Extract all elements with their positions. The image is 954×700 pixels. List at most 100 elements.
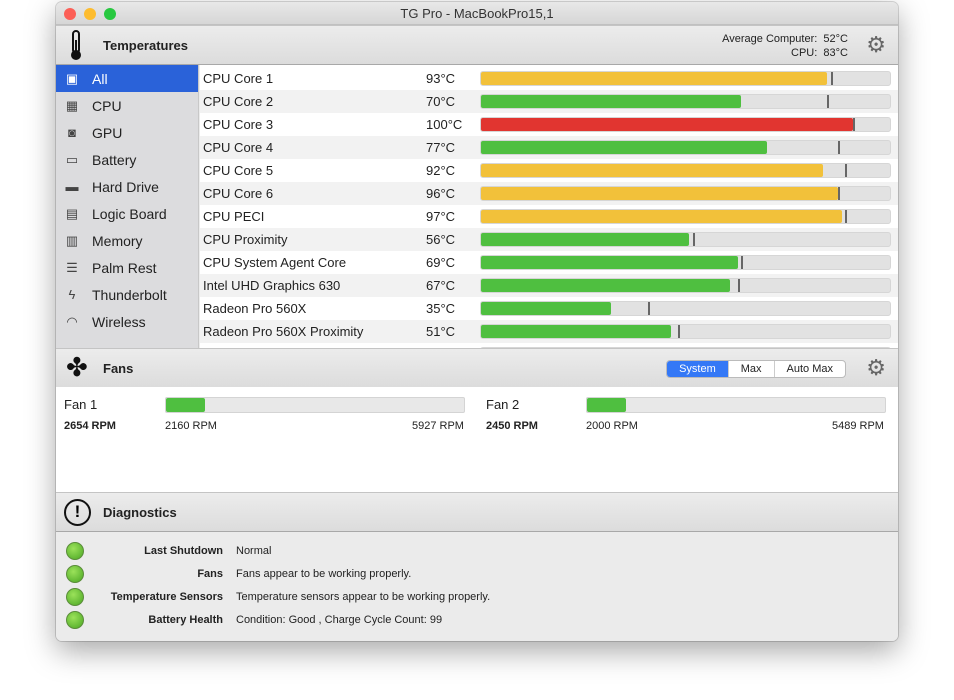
sidebar-item-cpu[interactable]: ▦ CPU bbox=[56, 92, 198, 119]
thunderbolt-icon: ϟ bbox=[68, 287, 76, 302]
diagnostic-label: Battery Health bbox=[148, 614, 223, 626]
sidebar-item-label: CPU bbox=[92, 97, 122, 114]
sensor-temp-bar bbox=[480, 278, 891, 293]
minimize-button[interactable] bbox=[84, 8, 96, 20]
alert-icon: ! bbox=[64, 499, 91, 526]
thermometer-icon bbox=[71, 30, 81, 60]
fan-2-fill bbox=[587, 398, 626, 412]
sensor-row[interactable]: CPU System Agent Core 69°C bbox=[200, 251, 898, 274]
sensor-row[interactable]: CPU Core 3 100°C bbox=[200, 113, 898, 136]
sensor-max-marker bbox=[826, 95, 829, 108]
sensor-temp-fill bbox=[481, 233, 690, 246]
mode-auto-max-button[interactable]: Auto Max bbox=[773, 361, 845, 377]
diagnostic-row: Battery Health Condition: Good , Charge C… bbox=[56, 608, 898, 631]
fan-2-max: 5489 RPM bbox=[832, 420, 884, 432]
sidebar-item-label: Wireless bbox=[92, 313, 146, 330]
sensor-temp: 92°C bbox=[426, 163, 456, 178]
sensor-row[interactable]: Radeon Pro 560X 35°C bbox=[200, 297, 898, 320]
temperatures-title: Temperatures bbox=[103, 38, 189, 53]
sensor-max-marker bbox=[845, 164, 848, 177]
sensor-row[interactable]: CPU Core 6 96°C bbox=[200, 182, 898, 205]
sidebar-item-wireless[interactable]: ◠ Wireless bbox=[56, 308, 198, 335]
sensor-name: CPU System Agent Core bbox=[203, 255, 347, 270]
cpu-label: CPU: bbox=[791, 47, 818, 59]
sensor-row[interactable]: CPU Core 2 70°C bbox=[200, 90, 898, 113]
sidebar-item-memory[interactable]: ▥ Memory bbox=[56, 227, 198, 254]
fans-header: ✤ Fans System Max Auto Max ⚙ bbox=[56, 348, 898, 388]
sensor-name: CPU Core 3 bbox=[203, 117, 274, 132]
sensor-temp-bar bbox=[480, 140, 891, 155]
sensor-temp-bar bbox=[480, 255, 891, 270]
sensor-temp-bar bbox=[480, 71, 891, 86]
status-ok-indicator bbox=[66, 611, 84, 629]
sensor-temp-bar bbox=[480, 94, 891, 109]
fan-2-name: Fan 2 bbox=[486, 397, 520, 412]
sensor-row[interactable]: CPU Core 4 77°C bbox=[200, 136, 898, 159]
status-ok-indicator bbox=[66, 588, 84, 606]
sensor-max-marker bbox=[737, 279, 740, 292]
memory-icon: ▥ bbox=[65, 232, 79, 248]
sensor-max-marker bbox=[852, 118, 855, 131]
sidebar-item-gpu[interactable]: ◙ GPU bbox=[56, 119, 198, 146]
wireless-icon: ◠ bbox=[66, 313, 78, 329]
sensor-max-marker bbox=[678, 325, 681, 338]
sensor-temp-fill bbox=[481, 141, 768, 154]
sensor-temp-bar bbox=[480, 301, 891, 316]
sensor-temp: 67°C bbox=[426, 278, 456, 293]
temperatures-header: Temperatures Average Computer: 52°C CPU:… bbox=[56, 25, 898, 65]
sensor-max-marker bbox=[741, 256, 744, 269]
sensor-max-marker bbox=[837, 187, 840, 200]
sidebar-item-label: Battery bbox=[92, 151, 137, 168]
mode-max-button[interactable]: Max bbox=[727, 361, 774, 377]
fan-2-rpm: 2450 RPM bbox=[486, 420, 538, 432]
sensor-row[interactable]: CPU Core 5 92°C bbox=[200, 159, 898, 182]
mode-system-button[interactable]: System bbox=[667, 361, 728, 377]
battery-icon: ▭ bbox=[65, 151, 79, 167]
sensor-temp: 96°C bbox=[426, 186, 456, 201]
sensor-temp: 77°C bbox=[426, 140, 456, 155]
sensor-row[interactable]: CPU Core 1 93°C bbox=[200, 67, 898, 90]
gpu-icon: ◙ bbox=[68, 125, 76, 140]
title-bar: TG Pro - MacBookPro15,1 bbox=[56, 2, 898, 25]
sensor-list[interactable]: CPU Core 1 93°C CPU Core 2 70°C CPU Core 3 10… bbox=[200, 65, 898, 348]
sensor-row[interactable]: Intel UHD Graphics 630 67°C bbox=[200, 274, 898, 297]
sensor-temp-bar bbox=[480, 232, 891, 247]
status-ok-indicator bbox=[66, 565, 84, 583]
sensor-max-marker bbox=[837, 141, 840, 154]
avg-value: 52°C bbox=[823, 33, 848, 45]
sensor-temp-fill bbox=[481, 256, 738, 269]
diagnostic-value: Condition: Good , Charge Cycle Count: 99 bbox=[236, 614, 443, 626]
average-readout: Average Computer: 52°C CPU: 83°C bbox=[722, 32, 848, 60]
sidebar-item-label: Hard Drive bbox=[92, 178, 159, 195]
tg-pro-window: TG Pro - MacBookPro15,1 Temperatures Ave… bbox=[56, 2, 898, 641]
sensor-temp-bar bbox=[480, 324, 891, 339]
sidebar-item-palm-rest[interactable]: ☰ Palm Rest bbox=[56, 254, 198, 281]
temperatures-settings-gear-icon[interactable]: ⚙ bbox=[866, 32, 886, 58]
fans-settings-gear-icon[interactable]: ⚙ bbox=[866, 355, 886, 381]
sensor-name: CPU PECI bbox=[203, 209, 265, 224]
sidebar-item-all[interactable]: ▣ All bbox=[56, 65, 198, 92]
status-ok-indicator bbox=[66, 542, 84, 560]
close-button[interactable] bbox=[64, 8, 76, 20]
diagnostic-value: Temperature sensors appear to be working… bbox=[236, 591, 491, 603]
sensor-temp: 93°C bbox=[426, 71, 456, 86]
sidebar-item-logic-board[interactable]: ▤ Logic Board bbox=[56, 200, 198, 227]
sensor-name: CPU Core 1 bbox=[203, 71, 274, 86]
hard-drive-icon: ▬ bbox=[65, 179, 79, 194]
sidebar-item-battery[interactable]: ▭ Battery bbox=[56, 146, 198, 173]
sensor-row[interactable]: CPU PECI 97°C bbox=[200, 205, 898, 228]
sensor-row[interactable]: CPU Proximity 56°C bbox=[200, 228, 898, 251]
sensor-temp-bar bbox=[480, 163, 891, 178]
sensor-row[interactable]: Radeon Pro 560X Proximity 51°C bbox=[200, 320, 898, 343]
sensor-temp-bar bbox=[480, 117, 891, 132]
sidebar-item-hard-drive[interactable]: ▬ Hard Drive bbox=[56, 173, 198, 200]
diagnostic-label: Temperature Sensors bbox=[110, 591, 223, 603]
sidebar-item-label: Palm Rest bbox=[92, 259, 157, 276]
fans-title: Fans bbox=[103, 361, 134, 376]
fan-2-min: 2000 RPM bbox=[586, 420, 638, 432]
sensor-category-sidebar: ▣ All ▦ CPU ◙ GPU ▭ Battery ▬ Hard Drive ▤ Logic Bo… bbox=[56, 65, 199, 348]
zoom-button[interactable] bbox=[104, 8, 116, 20]
sensor-temp-fill bbox=[481, 210, 842, 223]
sensor-temp-bar bbox=[480, 209, 891, 224]
sidebar-item-thunderbolt[interactable]: ϟ Thunderbolt bbox=[56, 281, 198, 308]
